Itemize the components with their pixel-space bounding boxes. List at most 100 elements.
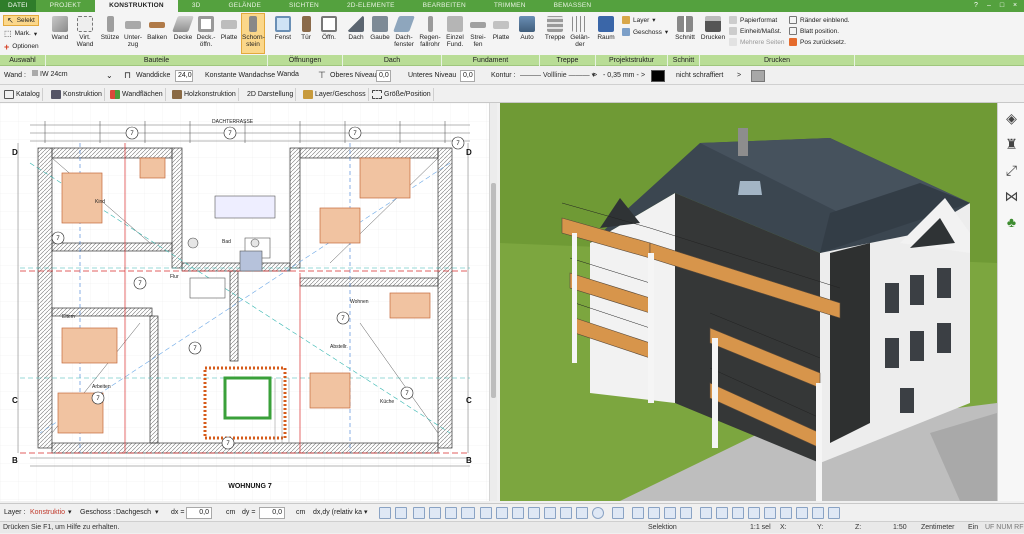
layer-dropdown[interactable]: Layer ▾ [622,16,656,24]
scrollbar-thumb[interactable] [491,183,496,398]
relative-coords-select[interactable]: dx,dy (relativ ka [313,507,362,519]
ortho-icon[interactable] [429,507,441,519]
view-split-icon[interactable] [648,507,660,519]
maximize-button[interactable]: □ [997,1,1007,10]
plate-button[interactable]: Platte [218,16,240,41]
wall-thickness-input[interactable]: 24,0 [175,70,193,82]
settings-icon[interactable] [828,507,840,519]
foundation-plate-button[interactable]: Platte [490,16,512,41]
show-margins-button[interactable]: Ränder einblend. [789,16,850,24]
auto-button[interactable]: Auto [516,16,538,41]
reset-position-button[interactable]: Pos zurücksetz. [789,38,846,46]
tab-2d-elemente[interactable]: 2D-ELEMENTE [333,0,409,12]
wall-surfaces-button[interactable]: Wandflächen [109,88,166,101]
paper-format-button[interactable]: Papierformat [729,16,777,24]
north-icon[interactable] [592,507,604,519]
plan-vertical-scrollbar[interactable] [489,103,497,501]
floor-select[interactable]: Dachgesch [116,507,151,519]
unit-scale-button[interactable]: Einheit/Maßst. [729,27,782,35]
minimize-button[interactable]: – [984,1,994,10]
mark-button[interactable]: ⬚ Mark. ▾ [4,28,37,39]
slab-opening-button[interactable]: Deck.- öffn. [195,16,217,48]
2d-display-button[interactable]: 2D Darstellung [244,88,297,101]
network-icon[interactable]: ⋈ [1002,187,1021,206]
wall-button[interactable]: Wand [48,16,72,41]
size-position-button[interactable]: Größe/Position [371,88,434,101]
perspective-icon[interactable] [748,507,760,519]
snap-grid-icon[interactable] [379,507,391,519]
hatching-select[interactable]: nicht schraffiert [676,70,723,82]
hatching-color-swatch[interactable] [751,70,765,82]
view-front-icon[interactable] [716,507,728,519]
opening-button[interactable]: Öffn. [318,16,340,41]
sheet-position-button[interactable]: Blatt position. [789,27,839,35]
select-button[interactable]: ↖ Selekt [3,15,39,26]
layers-icon[interactable]: ◈ [1002,109,1021,128]
close-button[interactable]: × [1010,1,1020,10]
tab-bemassen[interactable]: BEMASSEN [540,0,606,12]
wall-type-field[interactable]: IW 24cm [30,70,106,82]
slab-button[interactable]: Decke [172,16,194,41]
line-width-select[interactable]: - 0,35 mm - [603,70,639,82]
beam-under-button[interactable]: Unter- zug [122,16,144,48]
tab-bearbeiten[interactable]: BEARBEITEN [409,0,480,12]
snap-point-icon[interactable] [395,507,407,519]
tab-datei[interactable]: DATEI [0,0,36,12]
dormer-button[interactable]: Gaube [369,16,391,41]
pin-icon[interactable] [612,507,624,519]
view-3d-icon[interactable] [664,507,676,519]
help-icon[interactable]: ? [971,1,981,10]
lower-level-input[interactable]: 0,0 [460,70,475,82]
upper-level-input[interactable]: 0,0 [376,70,391,82]
dimension-icon[interactable] [445,507,457,519]
photo-icon[interactable] [796,507,808,519]
print-button[interactable]: Drucken [700,16,726,41]
roof-button[interactable]: Dach [345,16,367,41]
chair-icon[interactable]: ♜ [1002,135,1021,154]
snap-midpoint-icon[interactable] [496,507,508,519]
snap-perpendicular-icon[interactable] [544,507,556,519]
floor-plan-view[interactable]: DACHTERRASSE Kind Flur Bad Eltern Arbeit… [0,103,489,501]
tab-konstruktion[interactable]: KONSTRUKTION [95,0,178,12]
snap-center-icon[interactable] [512,507,524,519]
chimney-button[interactable]: Schorn- stein [241,13,265,54]
multiple-pages-button[interactable]: Mehrere Seiten [729,38,784,46]
tab-gelaende[interactable]: GELÄNDE [215,0,275,12]
view-2d-icon[interactable] [632,507,644,519]
stairs-button[interactable]: Treppe [543,16,567,41]
line-style-icon[interactable] [413,507,425,519]
railing-button[interactable]: Gelän- der [568,16,592,48]
single-foundation-button[interactable]: Einzel Fund. [444,16,466,48]
tab-trimmen[interactable]: TRIMMEN [480,0,540,12]
view-side-icon[interactable] [732,507,744,519]
tab-3d[interactable]: 3D [178,0,215,12]
snap-intersection-icon[interactable] [528,507,540,519]
export-icon[interactable] [812,507,824,519]
layer-floor-button[interactable]: Layer/Geschoss [302,88,369,101]
construction-button[interactable]: Konstruktion [50,88,105,101]
room-button[interactable]: Raum [595,16,617,41]
timber-construction-button[interactable]: Holzkonstruktion [171,88,239,101]
layer-select[interactable]: Konstruktio [30,507,65,519]
window-button[interactable]: Fenst [272,16,294,41]
downpipe-button[interactable]: Regen- fallrohr [417,16,443,48]
3d-view[interactable] [500,103,997,501]
view-walk-icon[interactable] [680,507,692,519]
line-style-select[interactable]: ——— Volllinie ——— ▾ [520,70,595,82]
section-button[interactable]: Schnitt [672,16,698,41]
tab-projekt[interactable]: PROJEKT [36,0,95,12]
dy-input[interactable]: 0,0 [259,507,285,519]
line-color-swatch[interactable] [651,70,665,82]
snap-nearest-icon[interactable] [576,507,588,519]
chevron-down-icon[interactable]: ⌄ [106,70,113,82]
render-icon[interactable] [764,507,776,519]
tree-icon[interactable]: ♣ [1002,213,1021,232]
snap-endpoint-icon[interactable] [480,507,492,519]
column-button[interactable]: Stütze [99,16,121,41]
roof-window-button[interactable]: Dach- fenster [392,16,416,48]
chevron-down-icon[interactable]: ▾ [155,507,159,519]
camera-icon[interactable] [780,507,792,519]
tab-sichten[interactable]: SICHTEN [275,0,333,12]
chevron-down-icon[interactable]: ▾ [364,507,368,519]
strip-foundation-button[interactable]: Strei- fen [468,16,488,48]
